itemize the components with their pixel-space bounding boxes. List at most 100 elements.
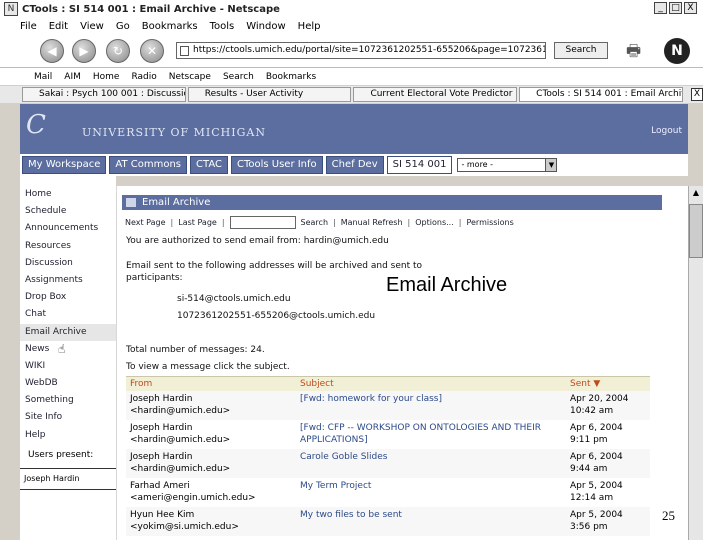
more-sites-select[interactable]: - more - ▼ <box>457 158 558 172</box>
sent-time: 12:14 am <box>570 493 614 503</box>
tool-menu-schedule[interactable]: Schedule <box>20 203 116 220</box>
bookmark-home[interactable]: Home <box>93 72 120 82</box>
bookmark-bookmarks[interactable]: Bookmarks <box>266 72 316 82</box>
browser-tab[interactable]: Sakai : Psych 100 001 : Discussion <box>22 87 186 102</box>
browser-tab-active[interactable]: CTools : SI 514 001 : Email Archive <box>519 87 683 102</box>
tool-menu-announcements[interactable]: Announcements <box>20 220 116 237</box>
tool-menu-webdb[interactable]: WebDB <box>20 375 116 392</box>
back-button[interactable]: ◀ <box>40 39 64 63</box>
logout-link[interactable]: Logout <box>651 126 682 136</box>
page-icon <box>180 46 189 56</box>
tool-menu-something[interactable]: Something <box>20 392 116 409</box>
table-row: Farhad Ameri <ameri@engin.umich.edu> My T… <box>126 478 650 507</box>
from-email: <hardin@umich.edu> <box>130 435 231 445</box>
subject-link[interactable]: My two files to be sent <box>300 509 566 521</box>
sent-time: 9:11 pm <box>570 435 608 445</box>
site-tab-si-514[interactable]: SI 514 001 <box>386 156 453 174</box>
tool-menu-site-info[interactable]: Site Info <box>20 409 116 426</box>
maximize-button[interactable]: □ <box>669 2 682 14</box>
forward-button[interactable]: ▶ <box>72 39 96 63</box>
table-row: Joseph Hardin <hardin@umich.edu> [Fwd: ho… <box>126 391 650 420</box>
title-bar: N CTools : SI 514 001 : Email Archive - … <box>0 0 703 18</box>
sent-time: 9:44 am <box>570 464 608 474</box>
sent-date: Apr 6, 2004 <box>570 423 623 433</box>
navigation-toolbar: ◀ ▶ ↻ ✕ https://ctools.umich.edu/portal/… <box>0 34 703 68</box>
manual-refresh-link[interactable]: Manual Refresh <box>341 218 403 227</box>
stop-button[interactable]: ✕ <box>140 39 164 63</box>
search-input[interactable] <box>229 216 296 229</box>
tool-menu-assignments[interactable]: Assignments <box>20 272 116 289</box>
subject-link[interactable]: [Fwd: homework for your class] <box>300 393 566 405</box>
reload-button[interactable]: ↻ <box>106 39 130 63</box>
tool-menu-wiki[interactable]: WIKI <box>20 358 116 375</box>
sent-date: Apr 5, 2004 <box>570 510 623 520</box>
toolbar-separator: | <box>458 218 462 227</box>
sent-time: 10:42 am <box>570 406 614 416</box>
next-page-link[interactable]: Next Page <box>125 218 166 227</box>
tool-menu-chat[interactable]: Chat <box>20 306 116 323</box>
subject-link[interactable]: Carole Goble Slides <box>300 451 566 463</box>
site-tab-at-commons[interactable]: AT Commons <box>109 156 187 174</box>
tool-menu-help[interactable]: Help <box>20 427 116 444</box>
menu-tools[interactable]: Tools <box>210 21 235 32</box>
column-from[interactable]: From <box>126 377 296 391</box>
site-tab-chef-dev[interactable]: Chef Dev <box>325 156 384 174</box>
url-field[interactable]: https://ctools.umich.edu/portal/site=107… <box>176 42 546 59</box>
sent-date: Apr 20, 2004 <box>570 394 629 404</box>
close-button[interactable]: X <box>684 2 697 14</box>
vertical-scrollbar[interactable]: ▲ <box>688 186 703 540</box>
bookmark-aim[interactable]: AIM <box>64 72 81 82</box>
bookmark-mail[interactable]: Mail <box>34 72 52 82</box>
last-page-link[interactable]: Last Page <box>178 218 217 227</box>
bookmark-search[interactable]: Search <box>223 72 254 82</box>
print-icon[interactable]: 🖶 <box>626 40 648 60</box>
subject-link[interactable]: My Term Project <box>300 480 566 492</box>
site-tab-ctools-user-info[interactable]: CTools User Info <box>230 156 323 174</box>
column-sent[interactable]: Sent ▼ <box>566 377 650 391</box>
search-link[interactable]: Search <box>301 218 328 227</box>
search-button[interactable]: Search <box>554 42 608 59</box>
from-name: Joseph Hardin <box>130 423 193 433</box>
tool-menu-news[interactable]: News <box>20 341 116 358</box>
tool-menu-resources[interactable]: Resources <box>20 238 116 255</box>
browser-tab[interactable]: Current Electoral Vote Predictor 2004 <box>353 87 518 102</box>
scroll-thumb[interactable] <box>689 204 703 258</box>
site-tab-my-workspace[interactable]: My Workspace <box>22 156 107 174</box>
netscape-throbber-icon[interactable]: N <box>664 38 690 64</box>
tool-content: Email Archive Next Page | Last Page | Se… <box>116 186 688 540</box>
menu-file[interactable]: File <box>20 21 37 32</box>
tool-toolbar: Next Page | Last Page | Search | Manual … <box>125 216 657 229</box>
menu-edit[interactable]: Edit <box>49 21 68 32</box>
tool-menu-drop-box[interactable]: Drop Box <box>20 289 116 306</box>
minimize-button[interactable]: _ <box>654 2 667 14</box>
menu-view[interactable]: View <box>80 21 104 32</box>
bookmark-radio[interactable]: Radio <box>131 72 156 82</box>
archived-text: Email sent to the following addresses wi… <box>126 261 423 271</box>
menu-go[interactable]: Go <box>116 21 130 32</box>
browser-tab-bar: Sakai : Psych 100 001 : Discussion Resul… <box>0 86 704 103</box>
browser-tab[interactable]: Results - User Activity <box>187 87 352 102</box>
menu-window[interactable]: Window <box>246 21 285 32</box>
subject-link[interactable]: [Fwd: CFP -- WORKSHOP ON ONTOLOGIES AND … <box>300 422 566 434</box>
authorized-text: You are authorized to send email from: h… <box>126 236 389 246</box>
more-sites-value: - more - <box>461 160 494 169</box>
options-link[interactable]: Options... <box>415 218 454 227</box>
scroll-up-icon[interactable]: ▲ <box>689 186 703 200</box>
browser-window: N CTools : SI 514 001 : Email Archive - … <box>0 0 720 540</box>
tool-menu-home[interactable]: Home <box>20 186 116 203</box>
users-present-label: Users present: <box>28 449 94 460</box>
from-name: Joseph Hardin <box>130 394 193 404</box>
table-row: Joseph Hardin <hardin@umich.edu> [Fwd: CF… <box>126 420 650 449</box>
permissions-link[interactable]: Permissions <box>466 218 513 227</box>
menu-help[interactable]: Help <box>298 21 321 32</box>
site-tab-ctac[interactable]: CTAC <box>190 156 228 174</box>
tool-menu-discussion[interactable]: Discussion <box>20 255 116 272</box>
address-item: 1072361202551-655206@ctools.umich.edu <box>177 311 376 321</box>
close-tab-icon[interactable]: X <box>690 88 704 101</box>
column-subject[interactable]: Subject <box>296 377 566 391</box>
window-right-edge <box>703 0 720 540</box>
subject-link-cont[interactable]: APPLICATIONS] <box>300 434 566 446</box>
bookmark-netscape[interactable]: Netscape <box>169 72 211 82</box>
menu-bookmarks[interactable]: Bookmarks <box>142 21 198 32</box>
tool-menu-email-archive[interactable]: Email Archive <box>20 323 116 341</box>
